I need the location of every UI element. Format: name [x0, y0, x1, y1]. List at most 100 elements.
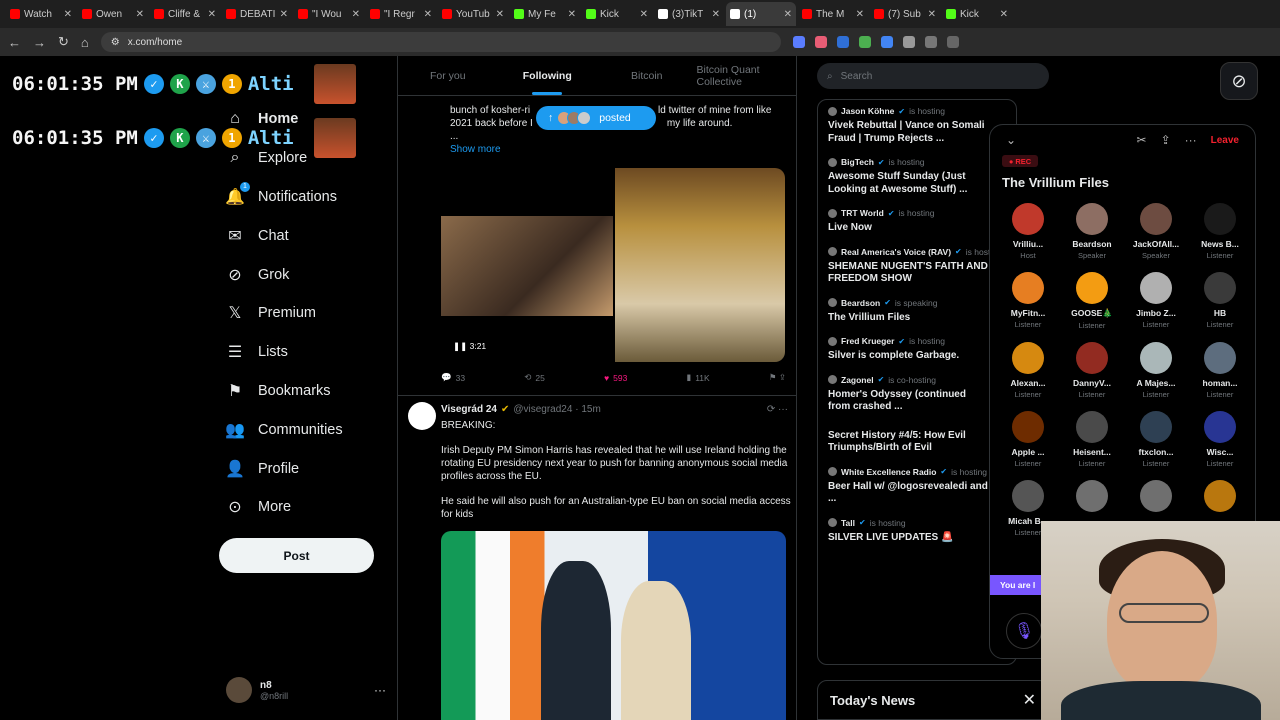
microphone-icon[interactable]: 🎙: [1006, 613, 1042, 649]
browser-tab[interactable]: My Fe ✕: [510, 2, 580, 26]
close-icon[interactable]: ✕: [712, 9, 720, 20]
space-item[interactable]: Real America's Voice (RAV) ✔ is hosting SHE…: [818, 241, 1016, 292]
sidebar-item-more[interactable]: ⊙ More: [218, 488, 398, 527]
participant[interactable]: MyFitn... Listener: [996, 272, 1060, 330]
participant[interactable]: GOOSE🎄 Listener: [1060, 272, 1124, 330]
space-item[interactable]: Zagonel ✔ is co-hosting Homer's Odyssey (co…: [818, 369, 1016, 420]
video-player[interactable]: ❚❚ 3:21: [441, 168, 613, 362]
church-photo[interactable]: [615, 168, 785, 362]
like-button[interactable]: ♥ 593: [604, 372, 627, 383]
sidebar-item-lists[interactable]: ☰ Lists: [218, 333, 398, 372]
browser-tab[interactable]: DEBATI ✕: [222, 2, 292, 26]
space-item[interactable]: White Excellence Radio ✔ is hosting Beer Ha…: [818, 461, 1016, 512]
sidebar-item-communities[interactable]: 👥 Communities: [218, 410, 398, 449]
more-dots-icon[interactable]: ···: [374, 683, 386, 697]
tweet-author-name[interactable]: Visegrád 24: [441, 404, 497, 415]
tweet[interactable]: Visegrád 24 ✔ @visegrad24 · 15m ⟳ ··· BR…: [398, 395, 796, 533]
space-item[interactable]: Jason Köhne ✔ is hosting Vivek Rebuttal | V…: [818, 100, 1016, 151]
bookmark-icon[interactable]: ⚑ ⇪: [769, 372, 786, 383]
participant[interactable]: DannyV... Listener: [1060, 342, 1124, 399]
close-icon[interactable]: ✕: [640, 9, 648, 20]
leave-button[interactable]: Leave: [1211, 135, 1239, 146]
participant[interactable]: Vrilliu... Host: [996, 203, 1060, 260]
grok-icon[interactable]: ⊘: [1220, 62, 1258, 100]
close-icon[interactable]: ✕: [784, 9, 792, 20]
extension-icon[interactable]: [880, 36, 893, 48]
forward-icon[interactable]: →: [33, 35, 46, 50]
participant[interactable]: Alexan... Listener: [996, 342, 1060, 399]
browser-tab[interactable]: (7) Sub ✕: [870, 2, 940, 26]
close-icon[interactable]: ✕: [856, 9, 864, 20]
participant[interactable]: Jimbo Z... Listener: [1124, 272, 1188, 330]
collapse-icon[interactable]: ⌄: [1006, 133, 1016, 147]
show-more-link[interactable]: Show more: [450, 143, 790, 156]
close-icon[interactable]: ✕: [1023, 690, 1036, 710]
extension-icon[interactable]: [792, 36, 805, 48]
space-item[interactable]: Secret History #4/5: How Evil Triumphs/B…: [818, 420, 1016, 466]
more-dots-icon[interactable]: ⟳ ···: [767, 404, 788, 415]
close-icon[interactable]: ✕: [424, 9, 432, 20]
clip-icon[interactable]: ✂: [1137, 133, 1147, 147]
todays-news[interactable]: Today's News ✕: [817, 680, 1049, 720]
space-item[interactable]: Beardson ✔ is speaking The Vrillium Files: [818, 292, 1016, 338]
extension-icon[interactable]: [814, 36, 827, 48]
participant[interactable]: Wisc... Listener: [1188, 411, 1252, 468]
browser-tab[interactable]: The M ✕: [798, 2, 868, 26]
participant[interactable]: homan... Listener: [1188, 342, 1252, 399]
reply-button[interactable]: 💬 33: [441, 372, 465, 383]
close-icon[interactable]: ✕: [496, 9, 504, 20]
sidebar-item-grok[interactable]: ⊘ Grok: [218, 255, 398, 294]
participant[interactable]: JackOfAll... Speaker: [1124, 203, 1188, 260]
tab-bitcoin[interactable]: Bitcoin: [597, 56, 697, 95]
back-icon[interactable]: ←: [8, 35, 21, 50]
close-icon[interactable]: ✕: [568, 9, 576, 20]
participant[interactable]: A Majes... Listener: [1124, 342, 1188, 399]
browser-tab[interactable]: Cliffe & ✕: [150, 2, 220, 26]
tab-bitcoin-quant-collective[interactable]: Bitcoin Quant Collective: [697, 56, 797, 95]
browser-tab[interactable]: "I Wou ✕: [294, 2, 364, 26]
close-icon[interactable]: ✕: [136, 9, 144, 20]
close-icon[interactable]: ✕: [280, 9, 288, 20]
site-info-icon[interactable]: ⚙: [111, 37, 120, 48]
new-posts-pill[interactable]: ↑ posted: [536, 106, 656, 130]
participant[interactable]: Apple ... Listener: [996, 411, 1060, 468]
browser-tab[interactable]: "I Regr ✕: [366, 2, 436, 26]
browser-tab[interactable]: Owen ✕: [78, 2, 148, 26]
browser-tab[interactable]: Kick ✕: [582, 2, 652, 26]
tab-for-you[interactable]: For you: [398, 56, 498, 95]
search-input[interactable]: ⌕ Search: [817, 63, 1049, 89]
repost-button[interactable]: ⟲ 25: [524, 372, 545, 383]
close-icon[interactable]: ✕: [208, 9, 216, 20]
browser-tab[interactable]: (1) ✕: [726, 2, 796, 26]
views-count[interactable]: ▮ 11K: [687, 372, 710, 383]
tab-following[interactable]: Following: [498, 56, 598, 95]
sidebar-item-chat[interactable]: ✉ Chat: [218, 216, 398, 255]
extension-icon[interactable]: [902, 36, 915, 48]
close-icon[interactable]: ✕: [1000, 9, 1008, 20]
sidebar-item-premium[interactable]: 𝕏 Premium: [218, 294, 398, 333]
extension-icon[interactable]: [946, 36, 959, 48]
close-icon[interactable]: ✕: [64, 9, 72, 20]
share-icon[interactable]: ⇪: [1161, 133, 1171, 147]
extension-icon[interactable]: [858, 36, 871, 48]
home-browser-icon[interactable]: ⌂: [81, 35, 89, 50]
close-icon[interactable]: ✕: [928, 9, 936, 20]
sidebar-item-bookmarks[interactable]: ⚑ Bookmarks: [218, 372, 398, 411]
url-field[interactable]: ⚙ x.com/home: [100, 32, 781, 52]
extension-icon[interactable]: [836, 36, 849, 48]
participant[interactable]: Heisent... Listener: [1060, 411, 1124, 468]
tweet-media-grid[interactable]: ❚❚ 3:21: [441, 168, 785, 362]
participant[interactable]: Beardson Speaker: [1060, 203, 1124, 260]
avatar[interactable]: [408, 402, 436, 430]
tweet-photo[interactable]: [441, 531, 786, 720]
space-item[interactable]: BigTech ✔ is hosting Awesome Stuff Sunday (…: [818, 151, 1016, 202]
participant[interactable]: News B... Listener: [1188, 203, 1252, 260]
space-item[interactable]: Tall ✔ is hosting SILVER LIVE UPDATES 🚨: [818, 512, 1016, 551]
reload-icon[interactable]: ↻: [58, 34, 69, 50]
browser-tab[interactable]: Watch ✕: [6, 2, 76, 26]
browser-tab[interactable]: (3)TikT ✕: [654, 2, 724, 26]
extension-icon[interactable]: [924, 36, 937, 48]
space-item[interactable]: TRT World ✔ is hosting Live Now: [818, 202, 1016, 241]
browser-tab[interactable]: Kick ✕: [942, 2, 1012, 26]
sidebar-item-profile[interactable]: 👤 Profile: [218, 449, 398, 488]
